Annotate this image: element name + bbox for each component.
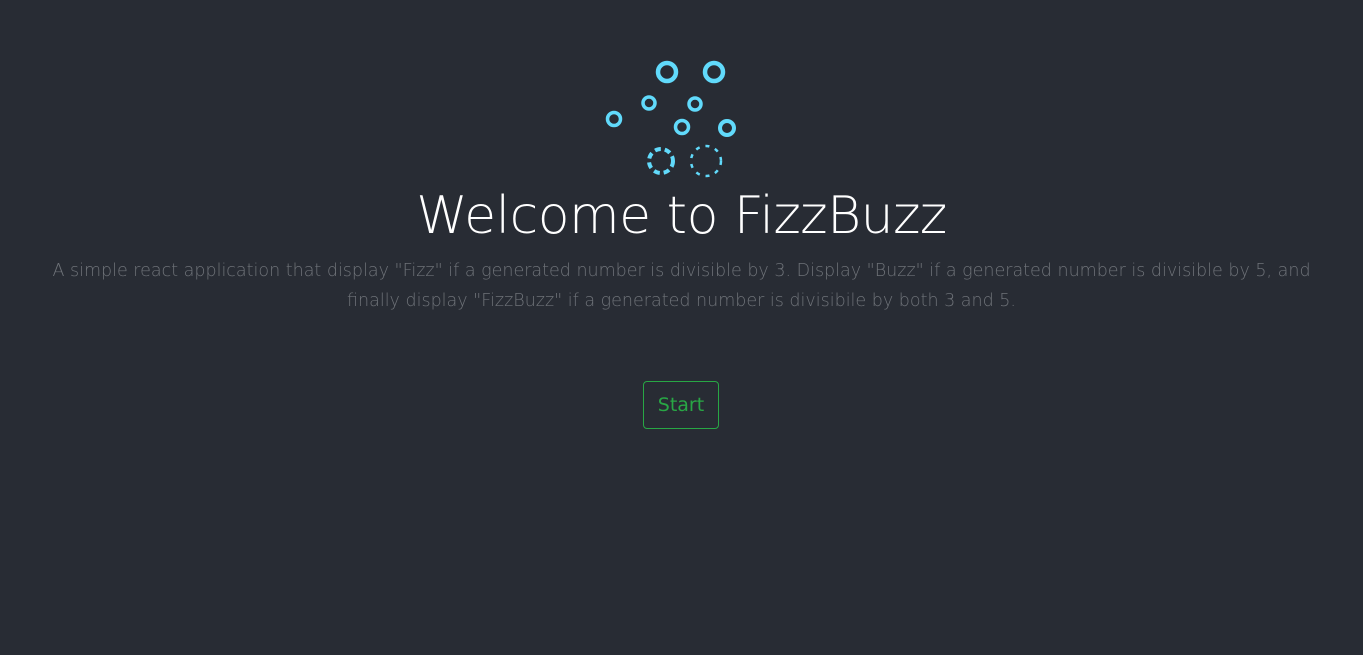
start-button[interactable]: Start bbox=[643, 381, 719, 429]
bubbles-icon bbox=[605, 60, 736, 178]
app-container: Welcome to FizzBuzz A simple react appli… bbox=[0, 0, 1363, 655]
app-description: A simple react application that display … bbox=[52, 261, 1311, 311]
page-title: Welcome to FizzBuzz bbox=[416, 186, 947, 246]
